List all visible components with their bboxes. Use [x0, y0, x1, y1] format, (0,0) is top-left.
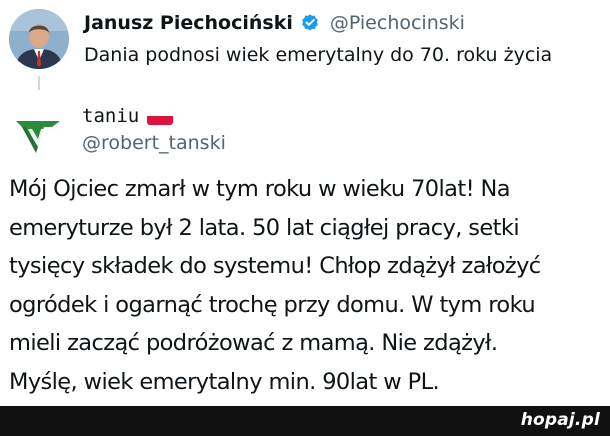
person-portrait-icon	[9, 9, 69, 69]
reply-tweet-header: taniu	[82, 101, 174, 131]
parent-author-handle[interactable]: @Piechocinski	[330, 12, 465, 34]
reply-author-handle[interactable]: @robert_tanski	[82, 132, 226, 154]
parent-author-name[interactable]: Janusz Piechociński	[84, 12, 293, 34]
watermark-logo: hopaj.pl	[520, 410, 600, 430]
reply-text-line: tysięcy składek do systemu! Chłop zdążył…	[9, 253, 541, 279]
parent-tweet-header: Janusz Piechociński @Piechocinski	[84, 8, 465, 38]
watermark-bar: hopaj.pl	[0, 406, 610, 436]
reply-author-name[interactable]: taniu	[82, 105, 139, 127]
reply-text-line: Mój Ojciec zmarł w tym roku w wieku 70la…	[9, 176, 511, 202]
reply-text-line: emeryturze był 2 lata. 50 lat ciągłej pr…	[9, 214, 520, 241]
verified-badge-icon	[300, 13, 320, 33]
reply-text-line: mieli zacząć podróżować z mamą. Nie zdąż…	[9, 330, 498, 356]
reply-text-line: ogródek i ogarnąć trochę przy domu. W ty…	[9, 291, 536, 318]
parent-author-avatar[interactable]	[9, 9, 69, 69]
parent-tweet-text: Dania podnosi wiek emerytalny do 70. rok…	[84, 44, 553, 66]
green-v-logo-icon	[16, 121, 60, 153]
thread-connector-line	[38, 76, 40, 90]
reply-tweet-text: Mój Ojciec zmarł w tym roku w wieku 70la…	[9, 170, 605, 401]
reply-author-avatar[interactable]	[14, 113, 62, 161]
reply-text-line: Myślę, wiek emerytalny min. 90lat w PL.	[9, 368, 440, 395]
poland-flag-icon	[147, 107, 174, 125]
